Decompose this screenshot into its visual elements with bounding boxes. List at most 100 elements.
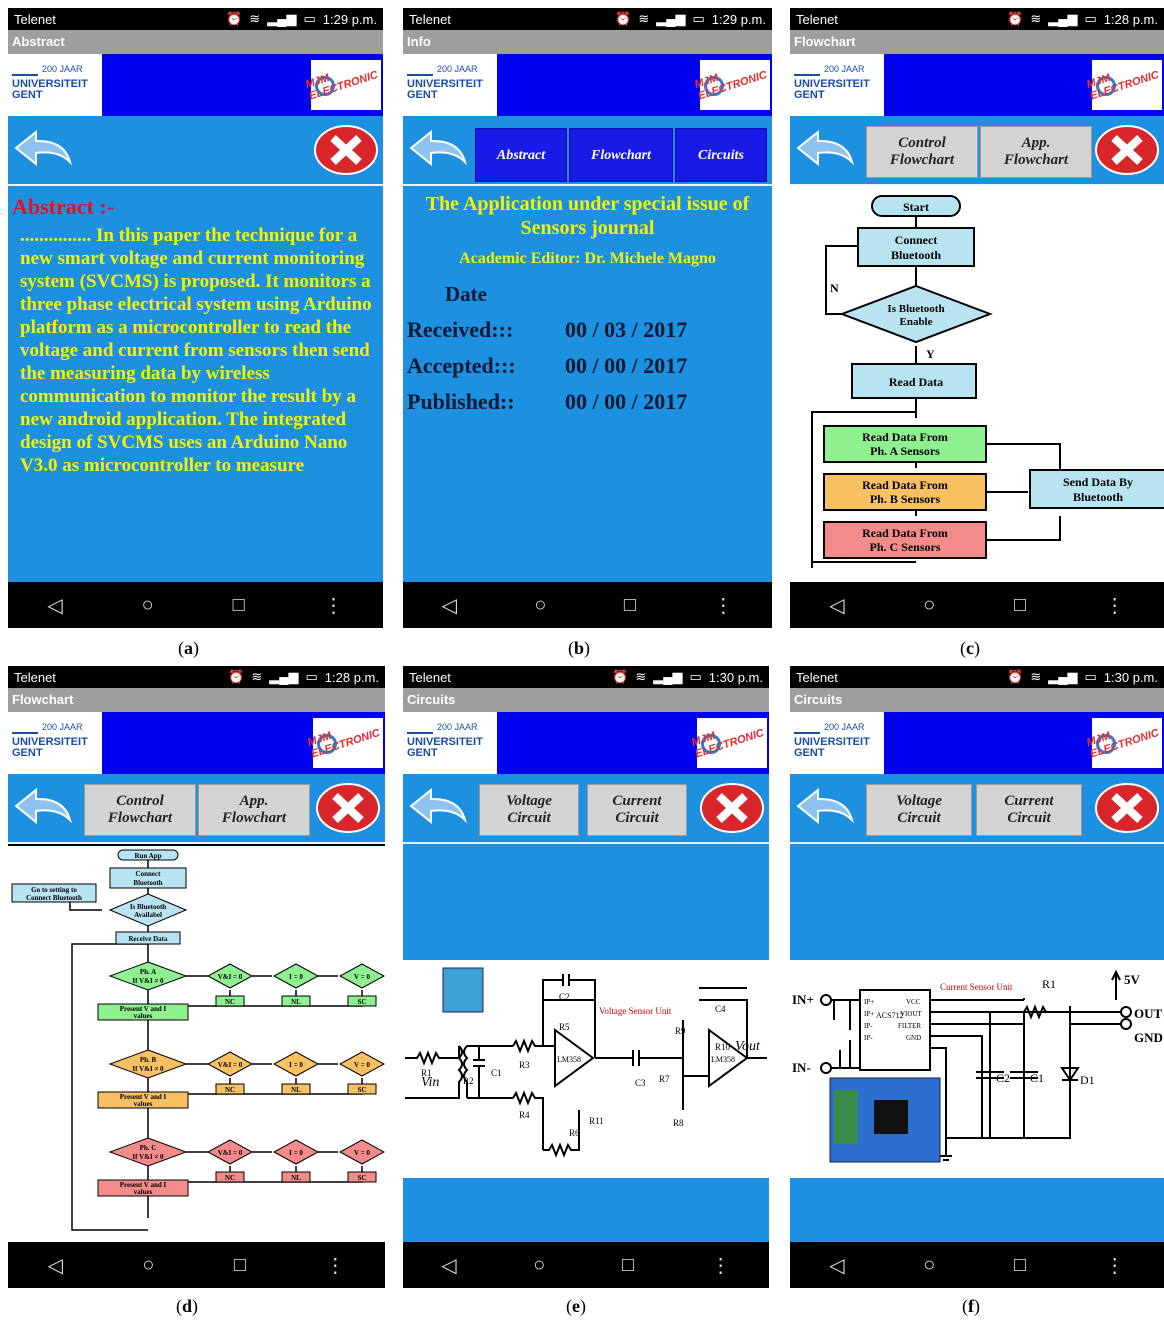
- r3-label: R3: [519, 1060, 530, 1070]
- d1-label: D1: [1080, 1073, 1095, 1087]
- caption-c: (c): [960, 638, 980, 658]
- phase-c-node-line2: Ph. C Sensors: [869, 540, 940, 554]
- back-nav-icon[interactable]: ◁: [829, 593, 844, 618]
- close-icon[interactable]: [1094, 124, 1160, 176]
- status-bar: Telenet ⏰ ≋ ▂▄▆ ▭ 1:29 p.m.: [403, 8, 772, 30]
- phone-screen-control-flowchart: Telenet ⏰ ≋ ▂▄▆ ▭ 1:28 p.m. Flowchart 200 JA…: [790, 8, 1164, 628]
- back-nav-icon[interactable]: ◁: [48, 1253, 63, 1278]
- control-flowchart-button[interactable]: Control Flowchart: [84, 784, 196, 836]
- phase-a-node: Read Data From: [862, 430, 948, 444]
- result-text: SC: [358, 998, 367, 1006]
- back-nav-icon[interactable]: ◁: [829, 1253, 844, 1278]
- home-nav-icon[interactable]: ○: [923, 594, 935, 617]
- gnd-label: GND: [1134, 1030, 1163, 1045]
- check-text: I = 0: [289, 1061, 303, 1069]
- app-title: Flowchart: [8, 688, 385, 712]
- back-nav-icon[interactable]: ◁: [442, 593, 457, 618]
- receive-text: Receive Data: [128, 935, 168, 943]
- no-label: N: [830, 281, 839, 295]
- app-flowchart-button[interactable]: App. Flowchart: [198, 784, 310, 836]
- info-heading: The Application under special issue of S…: [425, 193, 750, 239]
- back-arrow-icon[interactable]: [794, 128, 856, 172]
- phase-decision-text-2: If V&I ≠ 0: [132, 977, 164, 985]
- result-text: SC: [358, 1174, 367, 1182]
- app-title: Circuits: [403, 688, 769, 712]
- r2-label: R2: [463, 1076, 474, 1086]
- abstract-button[interactable]: Abstract: [475, 128, 567, 182]
- start-node: Start: [903, 200, 929, 214]
- status-bar: Telenet ⏰ ≋ ▂▄▆ ▭ 1:30 p.m.: [403, 666, 769, 688]
- r9-label: R9: [675, 1026, 686, 1036]
- present-text-2: values: [134, 1100, 153, 1108]
- status-bar: Telenet ⏰ ≋ ▂▄▆ ▭ 1:28 p.m.: [8, 666, 385, 688]
- circuits-button[interactable]: Circuits: [675, 128, 767, 182]
- content-area: Abstract :- ............... In this pape…: [8, 116, 383, 582]
- date-label: Date: [445, 282, 487, 306]
- recents-nav-icon[interactable]: □: [1014, 594, 1026, 617]
- carrier-label: Telenet: [409, 11, 451, 27]
- close-icon[interactable]: [1094, 782, 1160, 834]
- ugent-logo: 200 JAAR UNIVERSITEIT GENT: [403, 54, 497, 116]
- control-flowchart-button[interactable]: Control Flowchart: [866, 126, 978, 178]
- recents-nav-icon[interactable]: □: [1014, 1254, 1026, 1277]
- back-nav-icon[interactable]: ◁: [441, 1253, 456, 1278]
- menu-nav-icon[interactable]: ⋮: [1105, 1253, 1125, 1278]
- recents-nav-icon[interactable]: □: [234, 1254, 246, 1277]
- back-arrow-icon[interactable]: [407, 128, 469, 172]
- back-arrow-icon[interactable]: [12, 128, 74, 172]
- menu-nav-icon[interactable]: ⋮: [711, 1253, 731, 1278]
- app-flowchart-button[interactable]: App. Flowchart: [980, 126, 1092, 178]
- battery-icon: ▭: [303, 11, 316, 26]
- wifi-icon: ≋: [251, 669, 263, 684]
- back-arrow-icon[interactable]: [407, 786, 469, 830]
- run-app-text: Run App: [134, 852, 161, 860]
- nav-row: Voltage Circuit Current Circuit: [790, 774, 1164, 844]
- result-text: NC: [225, 1086, 235, 1094]
- clock-label: 1:29 p.m.: [711, 11, 766, 27]
- carrier-label: Telenet: [796, 11, 838, 27]
- c4-label: C4: [715, 1004, 726, 1014]
- close-icon[interactable]: [699, 782, 765, 834]
- r1-label: R1: [1042, 977, 1056, 991]
- home-nav-icon[interactable]: ○: [534, 594, 546, 617]
- voltage-circuit-button[interactable]: Voltage Circuit: [866, 784, 972, 836]
- goto-text-2: Connect Bluetooth: [26, 894, 82, 902]
- voltage-circuit-button[interactable]: Voltage Circuit: [479, 784, 579, 836]
- logo-banner: 200 JAAR UNIVERSITEIT GENT MJM ELECTRONIC: [790, 54, 1164, 116]
- current-circuit-button[interactable]: Current Circuit: [587, 784, 687, 836]
- recents-nav-icon[interactable]: □: [622, 1254, 634, 1277]
- menu-nav-icon[interactable]: ⋮: [325, 1253, 345, 1278]
- nav-row: Voltage Circuit Current Circuit: [403, 774, 769, 844]
- check-text: V = 0: [354, 1149, 370, 1157]
- vout-label: Vout: [735, 1039, 761, 1054]
- menu-nav-icon[interactable]: ⋮: [324, 593, 344, 618]
- acs712-chip-label: ACS712: [876, 1011, 904, 1020]
- back-nav-icon[interactable]: ◁: [47, 593, 62, 618]
- read-data-node: Read Data: [889, 375, 943, 389]
- alarm-icon: ⏰: [228, 669, 245, 684]
- recents-nav-icon[interactable]: □: [233, 594, 245, 617]
- android-nav-bar: ◁ ○ □ ⋮: [790, 582, 1164, 628]
- voltage-circuit-diagram: Vin Vout R1 R2 C1 R3 R4 R5 C2 LM358 R6 R…: [403, 960, 769, 1178]
- close-icon[interactable]: [313, 124, 379, 176]
- result-text: NL: [291, 1086, 301, 1094]
- home-nav-icon[interactable]: ○: [923, 1254, 935, 1277]
- close-icon[interactable]: [315, 782, 381, 834]
- recents-nav-icon[interactable]: □: [624, 594, 636, 617]
- wifi-icon: ≋: [249, 11, 261, 26]
- android-nav-bar: ◁ ○ □ ⋮: [8, 1242, 385, 1288]
- home-nav-icon[interactable]: ○: [533, 1254, 545, 1277]
- home-nav-icon[interactable]: ○: [142, 1254, 154, 1277]
- decision-node: Is Bluetooth: [887, 303, 944, 315]
- flowchart-button[interactable]: Flowchart: [569, 128, 673, 182]
- back-arrow-icon[interactable]: [794, 786, 856, 830]
- connect-node: Connect: [895, 233, 938, 247]
- phone-screen-current-circuit: Telenet ⏰ ≋ ▂▄▆ ▭ 1:30 p.m. Circuits 200 JAA…: [790, 666, 1164, 1288]
- abstract-heading: Abstract :-: [12, 194, 115, 219]
- menu-nav-icon[interactable]: ⋮: [713, 593, 733, 618]
- menu-nav-icon[interactable]: ⋮: [1105, 593, 1125, 618]
- back-arrow-icon[interactable]: [12, 786, 74, 830]
- current-circuit-button[interactable]: Current Circuit: [976, 784, 1082, 836]
- home-nav-icon[interactable]: ○: [142, 594, 154, 617]
- battery-icon: ▭: [689, 669, 702, 684]
